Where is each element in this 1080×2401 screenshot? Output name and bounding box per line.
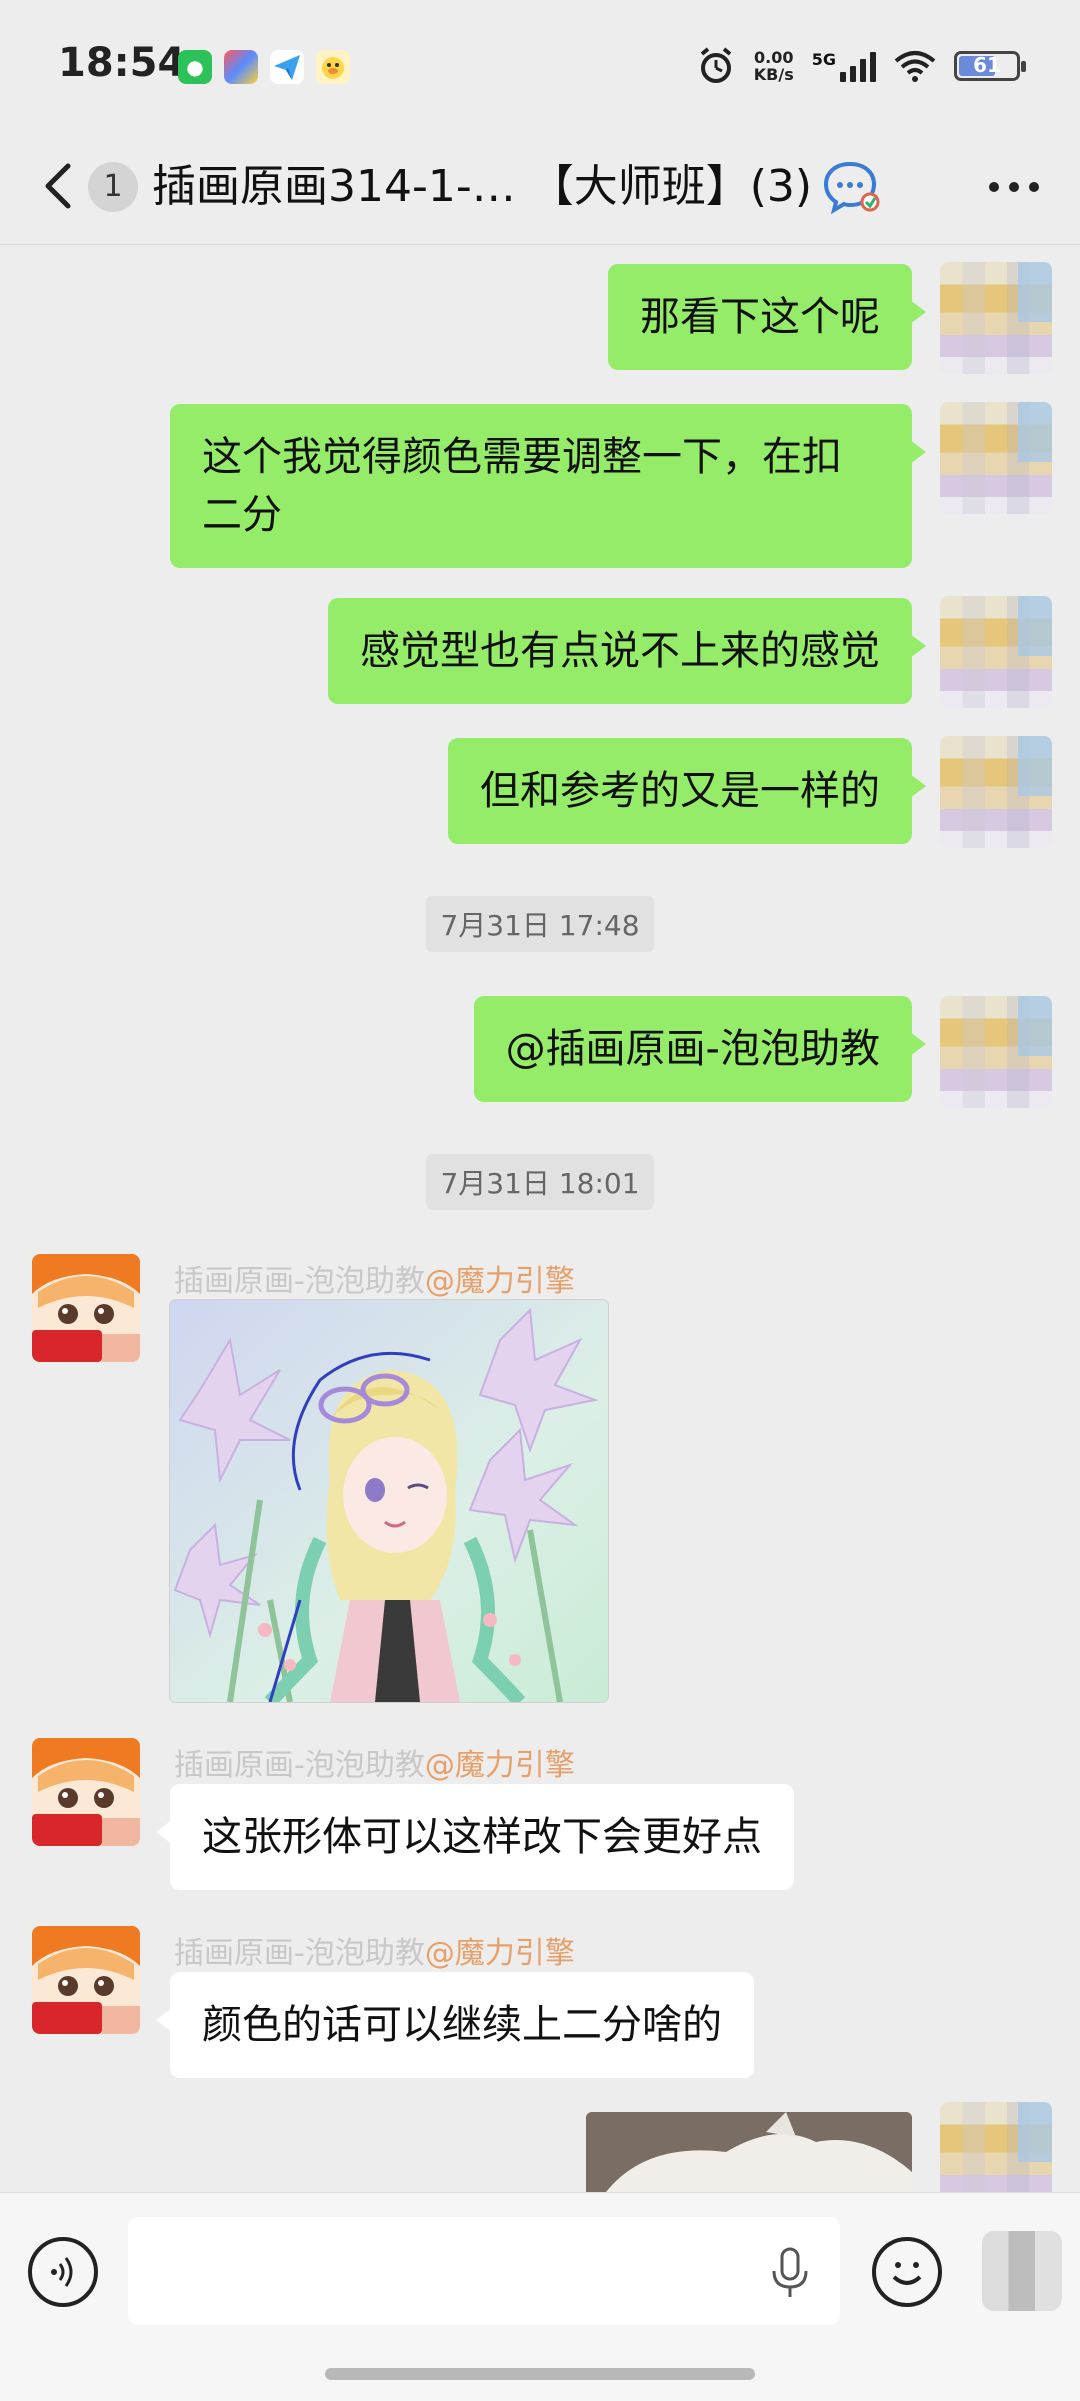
timestamp: 7月31日 18:01: [0, 1154, 1080, 1210]
back-arrow-icon[interactable]: [36, 156, 84, 216]
sent-message[interactable]: 那看下这个呢: [608, 264, 926, 370]
received-message[interactable]: 颜色的话可以继续上二分啥的: [156, 1972, 754, 2078]
notification-icons: ●: [178, 50, 350, 84]
sender-name: 插画原画-泡泡助教@魔力引擎: [174, 1748, 575, 1783]
group-chat-icon[interactable]: [820, 158, 882, 216]
shared-illustration-image[interactable]: [170, 1300, 608, 1702]
microphone-icon[interactable]: [768, 2245, 812, 2301]
assistant-avatar[interactable]: [32, 1926, 140, 2034]
multi-color-app-icon: [224, 50, 258, 84]
chat-title: 插画原画314-1-… 【大师班】(3): [152, 161, 813, 212]
unread-count-badge[interactable]: 1: [88, 162, 138, 212]
my-avatar[interactable]: [940, 736, 1052, 848]
shared-photo-image[interactable]: [586, 2112, 912, 2192]
my-avatar[interactable]: [940, 996, 1052, 1108]
emoji-icon[interactable]: [872, 2237, 942, 2307]
more-functions-icon[interactable]: [982, 2231, 1062, 2311]
assistant-avatar[interactable]: [32, 1254, 140, 1362]
my-avatar[interactable]: [940, 262, 1052, 374]
my-avatar[interactable]: [940, 402, 1052, 514]
assistant-avatar[interactable]: [32, 1738, 140, 1846]
net-speed: 0.00 KB/s: [753, 48, 794, 84]
cell-signal: 5G: [812, 50, 876, 82]
message-input-bar: [0, 2192, 1080, 2401]
sent-message[interactable]: 但和参考的又是一样的: [448, 738, 926, 844]
battery-icon: 61: [954, 51, 1026, 81]
sender-name: 插画原画-泡泡助教@魔力引擎: [174, 1936, 575, 1971]
message-input[interactable]: [128, 2217, 840, 2325]
chat-header: 1 插画原画314-1-… 【大师班】(3): [0, 140, 1080, 245]
clock: 18:54: [58, 40, 186, 86]
home-indicator[interactable]: [325, 2368, 755, 2380]
voice-mode-icon[interactable]: [28, 2237, 98, 2307]
sender-name: 插画原画-泡泡助教@魔力引擎: [174, 1264, 575, 1299]
paper-plane-icon: [270, 50, 304, 84]
sent-message[interactable]: 感觉型也有点说不上来的感觉: [328, 598, 926, 704]
alarm-icon: [700, 47, 732, 83]
my-avatar[interactable]: [940, 596, 1052, 708]
duck-icon: [316, 50, 350, 84]
signal-bars-icon: [840, 50, 876, 82]
sent-message[interactable]: 这个我觉得颜色需要调整一下，在扣二分: [170, 404, 926, 568]
more-options-icon[interactable]: [984, 172, 1044, 202]
timestamp: 7月31日 17:48: [0, 896, 1080, 952]
wechat-icon: ●: [178, 50, 212, 84]
status-bar: 18:54 ● 0.00 KB/s 5G 61: [0, 0, 1080, 140]
sent-message[interactable]: @插画原画-泡泡助教: [473, 996, 927, 1102]
received-message[interactable]: 这张形体可以这样改下会更好点: [156, 1784, 794, 1890]
wifi-icon: [894, 51, 936, 82]
